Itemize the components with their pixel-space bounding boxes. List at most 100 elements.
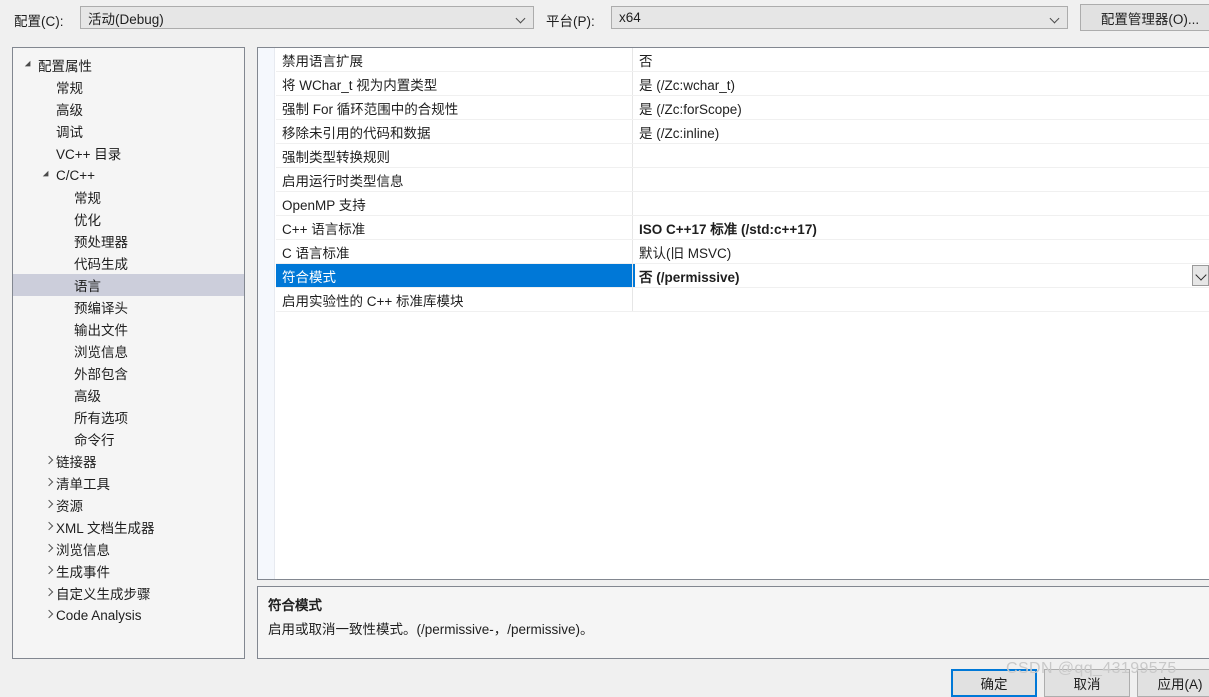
tree-item-label: 语言 (74, 279, 101, 294)
property-name[interactable]: 启用实验性的 C++ 标准库模块 (276, 288, 633, 311)
tree-item-label: 生成事件 (56, 565, 110, 580)
property-name[interactable]: 移除未引用的代码和数据 (276, 120, 633, 143)
platform-value: x64 (619, 10, 641, 25)
chevron-down-icon (1195, 268, 1207, 281)
tree-item[interactable]: VC++ 目录 (13, 142, 244, 164)
tree-collapsed-icon[interactable] (39, 611, 56, 619)
property-name[interactable]: 禁用语言扩展 (276, 48, 633, 71)
tree-item-label: 优化 (74, 213, 101, 228)
property-name[interactable]: OpenMP 支持 (276, 192, 633, 215)
tree-expanded-icon[interactable] (21, 60, 38, 70)
tree-item[interactable]: 自定义生成步骤 (13, 582, 244, 604)
property-grid[interactable]: 禁用语言扩展否将 WChar_t 视为内置类型是 (/Zc:wchar_t) 强制… (257, 47, 1209, 580)
property-name[interactable]: 强制类型转换规则 (276, 144, 633, 167)
property-value[interactable]: 否 (/permissive) (633, 264, 1209, 287)
property-row[interactable]: 启用实验性的 C++ 标准库模块 (276, 288, 1209, 312)
property-row[interactable]: C 语言标准 默认(旧 MSVC) (276, 240, 1209, 264)
tree-item[interactable]: 浏览信息 (13, 538, 244, 560)
tree-item-label: 自定义生成步骤 (56, 587, 151, 602)
property-row[interactable]: C++ 语言标准 ISO C++17 标准 (/std:c++17) (276, 216, 1209, 240)
tree-collapsed-icon[interactable] (39, 523, 56, 531)
property-name[interactable]: 强制 For 循环范围中的合规性 (276, 96, 633, 119)
property-name[interactable]: 符合模式 (276, 264, 633, 287)
tree-collapsed-icon[interactable] (39, 567, 56, 575)
tree-collapsed-icon[interactable] (39, 457, 56, 465)
configuration-dropdown[interactable]: 活动(Debug) (80, 6, 534, 29)
tree-item-label: 配置属性 (38, 59, 92, 74)
tree-item-label: 调试 (56, 125, 83, 140)
property-value[interactable]: 默认(旧 MSVC) (633, 240, 1209, 263)
tree-item-label: 常规 (56, 81, 83, 96)
tree-item-label: VC++ 目录 (56, 147, 122, 162)
property-page-tree[interactable]: 配置属性 常规 高级 调试 VC++ 目录 C/C++ 常规 优化 预处理器 代码生成 语言 预编译头… (12, 47, 245, 659)
tree-collapsed-icon[interactable] (39, 479, 56, 487)
property-row[interactable]: 将 WChar_t 视为内置类型是 (/Zc:wchar_t) (276, 72, 1209, 96)
property-value[interactable]: 是 (/Zc:forScope) (633, 96, 1209, 119)
configuration-toolbar: 配置(C): 活动(Debug) 平台(P): x64 配置管理器(O)... (0, 0, 1209, 37)
tree-item[interactable]: 浏览信息 (13, 340, 244, 362)
tree-item[interactable]: 配置属性 (13, 54, 244, 76)
tree-collapsed-icon[interactable] (39, 589, 56, 597)
tree-item[interactable]: 常规 (13, 186, 244, 208)
tree-item[interactable]: 常规 (13, 76, 244, 98)
property-value[interactable] (633, 192, 1209, 215)
tree-collapsed-icon[interactable] (39, 545, 56, 553)
property-value[interactable] (633, 288, 1209, 311)
tree-item[interactable]: XML 文档生成器 (13, 516, 244, 538)
property-row[interactable]: 符合模式否 (/permissive) (276, 264, 1209, 288)
tree-item-label: C/C++ (56, 167, 96, 183)
property-value[interactable]: 是 (/Zc:wchar_t) (633, 72, 1209, 95)
property-row[interactable]: 启用运行时类型信息 (276, 168, 1209, 192)
property-name[interactable]: 启用运行时类型信息 (276, 168, 633, 191)
property-name[interactable]: 将 WChar_t 视为内置类型 (276, 72, 633, 95)
tree-item-label: 高级 (56, 103, 83, 118)
tree-item[interactable]: 外部包含 (13, 362, 244, 384)
property-row[interactable]: 强制类型转换规则 (276, 144, 1209, 168)
apply-button[interactable]: 应用(A) (1137, 669, 1209, 697)
tree-expanded-icon[interactable] (39, 170, 56, 180)
tree-item[interactable]: 高级 (13, 384, 244, 406)
tree-item[interactable]: 所有选项 (13, 406, 244, 428)
tree-item[interactable]: 高级 (13, 98, 244, 120)
tree-item[interactable]: 优化 (13, 208, 244, 230)
tree-item[interactable]: 调试 (13, 120, 244, 142)
tree-item[interactable]: 生成事件 (13, 560, 244, 582)
configuration-manager-button[interactable]: 配置管理器(O)... (1080, 4, 1209, 31)
property-value[interactable]: 否 (633, 48, 1209, 71)
tree-item[interactable]: 输出文件 (13, 318, 244, 340)
property-row[interactable]: 禁用语言扩展否 (276, 48, 1209, 72)
tree-item-label: 代码生成 (74, 257, 128, 272)
property-value[interactable] (633, 168, 1209, 191)
property-name[interactable]: C++ 语言标准 (276, 216, 633, 239)
property-value-dropdown-button[interactable] (1192, 265, 1209, 286)
tree-item[interactable]: 代码生成 (13, 252, 244, 274)
cancel-button[interactable]: 取消 (1044, 669, 1130, 697)
chevron-down-icon (1043, 15, 1067, 20)
tree-item-label: Code Analysis (56, 607, 142, 623)
tree-item[interactable]: 预编译头 (13, 296, 244, 318)
property-row[interactable]: 强制 For 循环范围中的合规性是 (/Zc:forScope) (276, 96, 1209, 120)
tree-item-label: 预处理器 (74, 235, 128, 250)
tree-item-label: 所有选项 (74, 411, 128, 426)
ok-button[interactable]: 确定 (951, 669, 1037, 697)
description-text: 启用或取消一致性模式。(/permissive-，/permissive)。 (268, 622, 594, 637)
tree-item[interactable]: Code Analysis (13, 604, 244, 626)
tree-item[interactable]: 命令行 (13, 428, 244, 450)
property-name[interactable]: C 语言标准 (276, 240, 633, 263)
property-row[interactable]: 移除未引用的代码和数据是 (/Zc:inline) (276, 120, 1209, 144)
property-value[interactable]: 是 (/Zc:inline) (633, 120, 1209, 143)
dialog-button-bar: 确定 取消 应用(A) (0, 669, 1209, 697)
property-value[interactable]: ISO C++17 标准 (/std:c++17) (633, 216, 1209, 239)
tree-item[interactable]: C/C++ (13, 164, 244, 186)
tree-item[interactable]: 清单工具 (13, 472, 244, 494)
tree-item[interactable]: 语言 (13, 274, 244, 296)
tree-item[interactable]: 预处理器 (13, 230, 244, 252)
property-row[interactable]: OpenMP 支持 (276, 192, 1209, 216)
tree-item[interactable]: 资源 (13, 494, 244, 516)
tree-item[interactable]: 链接器 (13, 450, 244, 472)
platform-dropdown[interactable]: x64 (611, 6, 1068, 29)
tree-collapsed-icon[interactable] (39, 501, 56, 509)
tree-item-label: 清单工具 (56, 477, 110, 492)
property-value[interactable] (633, 144, 1209, 167)
configuration-value: 活动(Debug) (88, 11, 164, 27)
